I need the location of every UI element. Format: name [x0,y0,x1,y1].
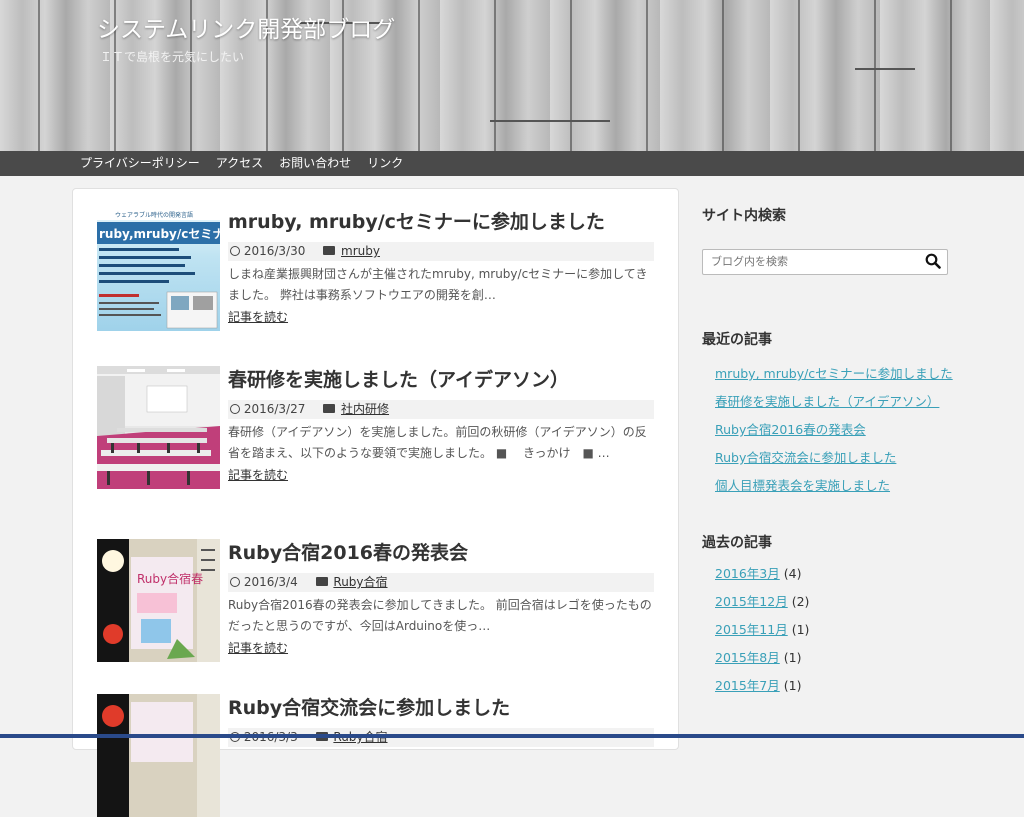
list-item: 2016年3月 (4) [715,560,962,588]
search-widget-title: サイト内検索 [702,208,786,224]
clock-icon [230,404,240,414]
archive-count: (1) [783,650,802,665]
nav-item-privacy[interactable]: プライバシーポリシー [80,151,200,175]
post-date: 2016/3/27 [243,402,306,416]
folder-icon [323,404,336,413]
post-meta: 2016/3/30 mruby [228,242,654,261]
post-title[interactable]: Ruby合宿2016春の発表会 [228,539,654,567]
list-item: 2015年8月 (1) [715,644,962,672]
recent-post-link[interactable]: 春研修を実施しました（アイデアソン） [715,394,939,409]
recent-post-link[interactable]: 個人目標発表会を実施しました [715,478,890,493]
read-more-link[interactable]: 記事を読む [228,308,288,325]
list-item: 春研修を実施しました（アイデアソン） [715,391,962,412]
post-item: 春研修を実施しました（アイデアソン） 2016/3/27 社内研修 春研修（アイ… [97,366,657,489]
archive-count: (1) [791,622,810,637]
archive-widget-title: 過去の記事 [702,535,772,551]
archive-link[interactable]: 2015年7月 [715,678,780,693]
nav-item-links[interactable]: リンク [367,151,403,175]
nav-item-access[interactable]: アクセス [216,151,263,175]
post-date: 2016/3/30 [243,244,306,258]
post-title[interactable]: 春研修を実施しました（アイデアソン） [228,366,654,394]
nav-item-contact[interactable]: お問い合わせ [279,151,351,175]
post-category[interactable]: 社内研修 [341,402,389,416]
folder-icon [323,246,336,255]
recent-post-link[interactable]: Ruby合宿交流会に参加しました [715,450,896,465]
list-item: 2015年11月 (1) [715,616,962,644]
folder-icon [315,577,328,586]
archive-count: (2) [791,594,810,609]
post-item: Ruby合宿交流会に参加しました 2016/3/3 Ruby合宿 [97,694,657,817]
post-thumbnail[interactable] [97,366,220,489]
read-more-link[interactable]: 記事を読む [228,639,288,656]
read-more-link[interactable]: 記事を読む [228,466,288,483]
recent-widget-title: 最近の記事 [702,332,772,348]
site-title[interactable]: システムリンク開発部ブログ [97,10,395,44]
clock-icon [230,577,240,587]
plank-decoration [855,68,915,70]
archive-list: 2016年3月 (4) 2015年12月 (2) 2015年11月 (1) 20… [702,560,962,700]
ruby-camp-poster [97,694,220,817]
post-excerpt: しまね産業振興財団さんが主催されたmruby, mruby/cセミナーに参加して… [228,267,648,302]
post-thumbnail[interactable] [97,694,220,817]
thumb-subtitle: ウェアラブル時代の開発言語 [115,211,193,219]
clock-icon [230,246,240,256]
post-category[interactable]: mruby [341,244,380,258]
search-input[interactable] [703,250,911,273]
thumb-text: Ruby合宿春 [137,571,203,586]
post-body: 春研修を実施しました（アイデアソン） 2016/3/27 社内研修 春研修（アイ… [228,366,654,483]
post-body: Ruby合宿交流会に参加しました 2016/3/3 Ruby合宿 [228,694,654,747]
archive-link[interactable]: 2015年8月 [715,650,780,665]
site-tagline: ＩＴで島根を元気にしたい [100,50,245,64]
archive-count: (4) [783,566,802,581]
recent-post-link[interactable]: mruby, mruby/cセミナーに参加しました [715,366,953,381]
archive-count: (1) [783,678,802,693]
post-item: ウェアラブル時代の開発言語 ruby,mruby/cセミナ mruby, mru… [97,208,657,331]
post-thumbnail[interactable]: ウェアラブル時代の開発言語 ruby,mruby/cセミナ [97,208,220,331]
main-nav: プライバシーポリシー アクセス お問い合わせ リンク [0,151,1024,176]
post-item: Ruby合宿春 Ruby合宿2016春の発表会 2016/3/4 Ruby合宿 … [97,539,657,662]
list-item: 2015年7月 (1) [715,672,962,700]
post-body: mruby, mruby/cセミナーに参加しました 2016/3/30 mrub… [228,208,654,325]
post-title[interactable]: mruby, mruby/cセミナーに参加しました [228,208,654,236]
list-item: Ruby合宿交流会に参加しました [715,447,962,468]
archive-link[interactable]: 2016年3月 [715,566,780,581]
post-meta: 2016/3/4 Ruby合宿 [228,573,654,592]
search-icon[interactable] [925,253,941,269]
recent-posts-list: mruby, mruby/cセミナーに参加しました 春研修を実施しました（アイデ… [702,363,962,496]
plank-decoration [490,120,610,122]
post-category[interactable]: Ruby合宿 [333,575,387,589]
seminar-poster-image: ウェアラブル時代の開発言語 ruby,mruby/cセミナ [97,208,220,329]
thumb-title: ruby,mruby/cセミナ [99,227,220,241]
archive-link[interactable]: 2015年12月 [715,594,788,609]
classroom-photo [97,366,220,489]
post-title[interactable]: Ruby合宿交流会に参加しました [228,694,654,722]
post-excerpt: Ruby合宿2016春の発表会に参加してきました。 前回合宿はレゴを使ったものだ… [228,598,652,633]
list-item: 個人目標発表会を実施しました [715,475,962,496]
search-box [702,249,948,275]
list-item: mruby, mruby/cセミナーに参加しました [715,363,962,384]
site-header: システムリンク開発部ブログ ＩＴで島根を元気にしたい [0,0,1024,151]
post-date: 2016/3/4 [243,575,298,589]
window-bottom-edge [0,734,1024,738]
recent-post-link[interactable]: Ruby合宿2016春の発表会 [715,422,866,437]
archive-link[interactable]: 2015年11月 [715,622,788,637]
post-meta: 2016/3/27 社内研修 [228,400,654,419]
ruby-camp-poster: Ruby合宿春 [97,539,220,662]
post-thumbnail[interactable]: Ruby合宿春 [97,539,220,662]
sidebar: サイト内検索 最近の記事 mruby, mruby/cセミナーに参加しました 春… [702,205,962,700]
post-body: Ruby合宿2016春の発表会 2016/3/4 Ruby合宿 Ruby合宿20… [228,539,654,656]
list-item: Ruby合宿2016春の発表会 [715,419,962,440]
post-excerpt: 春研修（アイデアソン）を実施しました。前回の秋研修（アイデアソン）の反省を踏まえ… [228,425,647,460]
list-item: 2015年12月 (2) [715,588,962,616]
post-list: ウェアラブル時代の開発言語 ruby,mruby/cセミナ mruby, mru… [72,188,679,817]
